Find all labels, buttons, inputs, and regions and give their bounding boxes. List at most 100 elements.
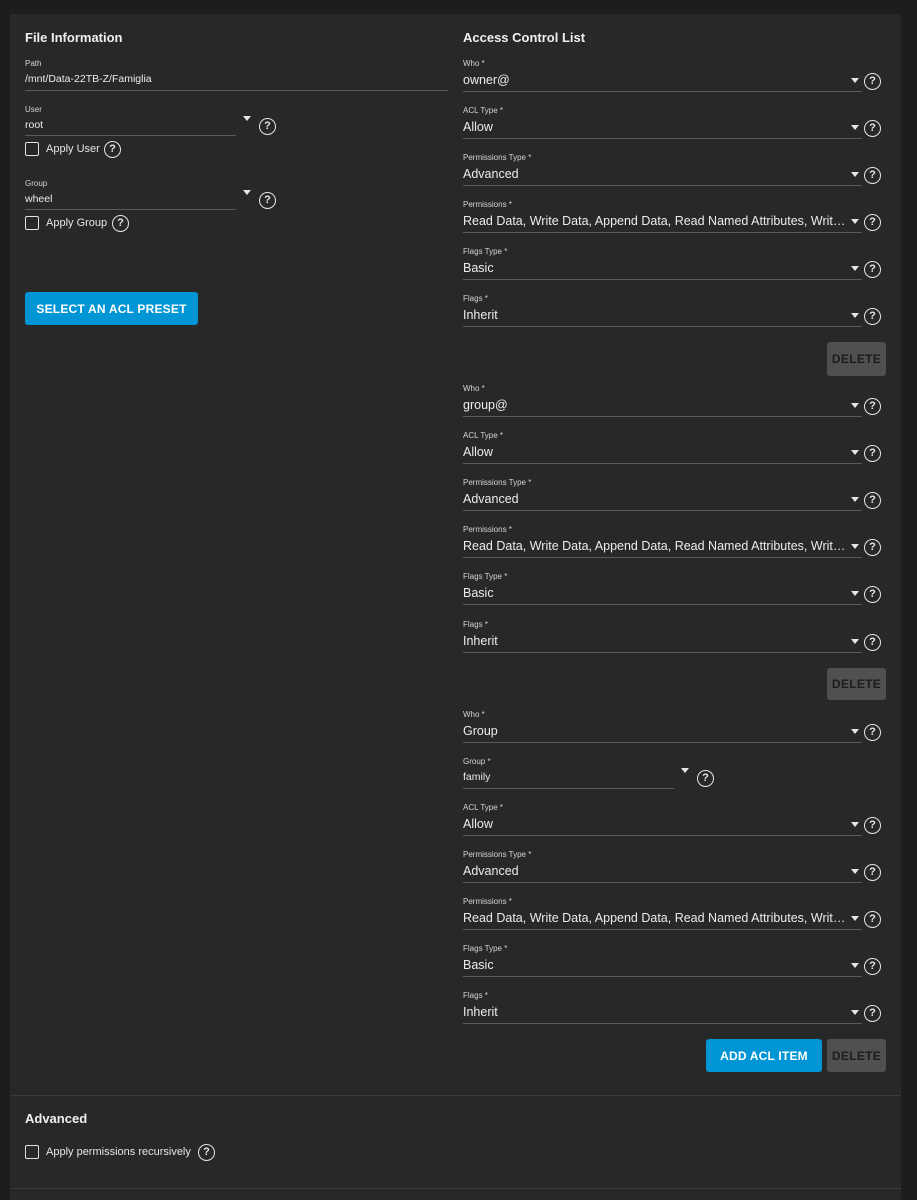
permissions-label: Permissions * (463, 525, 512, 534)
acl-type-help-icon[interactable]: ? (864, 120, 881, 137)
acl-type-select[interactable]: Allow (463, 817, 843, 831)
permissions-caret-down-icon[interactable] (851, 544, 859, 549)
flags-caret-down-icon[interactable] (851, 1010, 859, 1015)
flags-underline (463, 652, 862, 653)
apply-user-label[interactable]: Apply User (46, 143, 100, 155)
permissions-type-caret-down-icon[interactable] (851, 497, 859, 502)
acl-type-help-icon[interactable]: ? (864, 445, 881, 462)
permissions-type-select[interactable]: Advanced (463, 864, 843, 878)
user-help-icon[interactable]: ? (259, 118, 276, 135)
flags-help-icon[interactable]: ? (864, 634, 881, 651)
flags-underline (463, 326, 862, 327)
flags-type-caret-down-icon[interactable] (851, 963, 859, 968)
select-acl-preset-button[interactable]: SELECT AN ACL PRESET (25, 292, 198, 325)
group-underline (463, 788, 674, 789)
flags-select[interactable]: Inherit (463, 1005, 843, 1019)
acl-type-label: ACL Type * (463, 106, 504, 115)
permissions-type-help-icon[interactable]: ? (864, 864, 881, 881)
permissions-type-select[interactable]: Advanced (463, 492, 843, 506)
permissions-select[interactable]: Read Data, Write Data, Append Data, Read… (463, 911, 849, 925)
group-help-icon[interactable]: ? (259, 192, 276, 209)
flags-caret-down-icon[interactable] (851, 313, 859, 318)
flags-type-label: Flags Type * (463, 572, 508, 581)
acl-type-caret-down-icon[interactable] (851, 822, 859, 827)
permissions-caret-down-icon[interactable] (851, 219, 859, 224)
acl-type-help-icon[interactable]: ? (864, 817, 881, 834)
group-select[interactable]: wheel (25, 193, 225, 205)
who-caret-down-icon[interactable] (851, 78, 859, 83)
permissions-type-help-icon[interactable]: ? (864, 167, 881, 184)
flags-type-select[interactable]: Basic (463, 586, 843, 600)
apply-group-help-icon[interactable]: ? (112, 215, 129, 232)
permissions-type-help-icon[interactable]: ? (864, 492, 881, 509)
permissions-help-icon[interactable]: ? (864, 911, 881, 928)
who-caret-down-icon[interactable] (851, 403, 859, 408)
who-caret-down-icon[interactable] (851, 729, 859, 734)
flags-type-caret-down-icon[interactable] (851, 591, 859, 596)
flags-type-help-icon[interactable]: ? (864, 958, 881, 975)
apply-group-label[interactable]: Apply Group (46, 217, 107, 229)
flags-type-select[interactable]: Basic (463, 261, 843, 275)
file-information-title: File Information (25, 30, 123, 45)
acl-type-underline (463, 138, 862, 139)
apply-user-checkbox[interactable] (25, 142, 39, 156)
flags-help-icon[interactable]: ? (864, 308, 881, 325)
group-caret-down-icon[interactable] (681, 768, 689, 773)
delete-acl-entry-button[interactable]: DELETE (827, 1039, 886, 1072)
who-label: Who * (463, 59, 485, 68)
acl-type-select[interactable]: Allow (463, 445, 843, 459)
bottom-divider (10, 1188, 901, 1189)
permissions-select[interactable]: Read Data, Write Data, Append Data, Read… (463, 539, 849, 553)
flags-type-help-icon[interactable]: ? (864, 261, 881, 278)
flags-type-underline (463, 279, 862, 280)
who-help-icon[interactable]: ? (864, 724, 881, 741)
who-select[interactable]: group@ (463, 398, 843, 412)
who-underline (463, 416, 862, 417)
flags-select[interactable]: Inherit (463, 634, 843, 648)
flags-help-icon[interactable]: ? (864, 1005, 881, 1022)
permissions-help-icon[interactable]: ? (864, 539, 881, 556)
path-label: Path (25, 59, 42, 68)
who-help-icon[interactable]: ? (864, 73, 881, 90)
apply-recursively-checkbox[interactable] (25, 1145, 39, 1159)
apply-recursively-label[interactable]: Apply permissions recursively (46, 1146, 191, 1158)
who-help-icon[interactable]: ? (864, 398, 881, 415)
who-select[interactable]: owner@ (463, 73, 843, 87)
user-label: User (25, 105, 42, 114)
flags-type-select[interactable]: Basic (463, 958, 843, 972)
user-caret-down-icon[interactable] (243, 116, 251, 121)
permissions-select[interactable]: Read Data, Write Data, Append Data, Read… (463, 214, 849, 228)
permissions-type-select[interactable]: Advanced (463, 167, 843, 181)
group-caret-down-icon[interactable] (243, 190, 251, 195)
group-label: Group (25, 179, 48, 188)
acl-type-select[interactable]: Allow (463, 120, 843, 134)
flags-label: Flags * (463, 620, 488, 629)
apply-user-help-icon[interactable]: ? (104, 141, 121, 158)
user-select[interactable]: root (25, 119, 225, 131)
permissions-type-underline (463, 185, 862, 186)
permissions-underline (463, 929, 862, 930)
flags-select[interactable]: Inherit (463, 308, 843, 322)
who-underline (463, 742, 862, 743)
acl-type-underline (463, 463, 862, 464)
group-help-icon[interactable]: ? (697, 770, 714, 787)
path-underline (25, 90, 448, 91)
permissions-caret-down-icon[interactable] (851, 916, 859, 921)
group-select[interactable]: family (463, 771, 663, 783)
apply-recursively-help-icon[interactable]: ? (198, 1144, 215, 1161)
permissions-underline (463, 232, 862, 233)
delete-acl-entry-button[interactable]: DELETE (827, 342, 886, 376)
acl-type-caret-down-icon[interactable] (851, 450, 859, 455)
flags-caret-down-icon[interactable] (851, 639, 859, 644)
who-select[interactable]: Group (463, 724, 843, 738)
delete-acl-entry-button[interactable]: DELETE (827, 668, 886, 700)
permissions-type-caret-down-icon[interactable] (851, 172, 859, 177)
who-label: Who * (463, 384, 485, 393)
acl-type-caret-down-icon[interactable] (851, 125, 859, 130)
permissions-help-icon[interactable]: ? (864, 214, 881, 231)
permissions-type-caret-down-icon[interactable] (851, 869, 859, 874)
apply-group-checkbox[interactable] (25, 216, 39, 230)
flags-type-help-icon[interactable]: ? (864, 586, 881, 603)
flags-type-caret-down-icon[interactable] (851, 266, 859, 271)
add-acl-item-button[interactable]: ADD ACL ITEM (706, 1039, 822, 1072)
